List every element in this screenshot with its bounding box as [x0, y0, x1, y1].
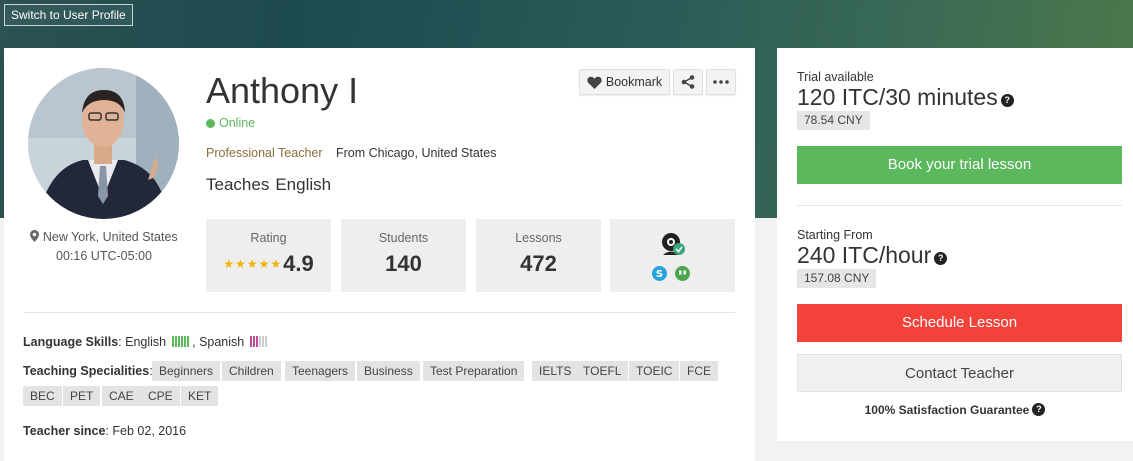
- speciality-tag: Children: [222, 361, 281, 381]
- speciality-tag: FCE: [680, 361, 718, 381]
- online-status: Online: [206, 116, 255, 130]
- students-value: 140: [385, 251, 422, 276]
- rating-label: Rating: [250, 231, 287, 245]
- teacher-since-label: Teacher since: [23, 424, 106, 438]
- online-dot-icon: [206, 119, 215, 128]
- rating-stat: Rating ★ ★ ★ ★ ★ 4.9: [206, 219, 331, 292]
- star-icon: ★: [235, 257, 246, 271]
- teaching-specialities: Teaching Specialities:: [23, 364, 153, 378]
- english-level-bars: [171, 336, 189, 347]
- language-skills-label: Language Skills: [23, 335, 119, 349]
- speciality-tag: BEC: [23, 386, 62, 406]
- level-bar: [177, 336, 180, 347]
- teacher-since-date: Feb 02, 2016: [112, 424, 187, 438]
- location-pin-icon: [30, 230, 40, 242]
- lessons-value: 472: [520, 251, 557, 276]
- hourly-price: 240 ITC/hour?: [797, 242, 948, 269]
- location-text: New York, United States: [42, 230, 178, 244]
- pricing-card: Trial available 120 ITC/30 minutes? 78.5…: [777, 48, 1133, 441]
- teaches-label: Teaches: [206, 175, 270, 194]
- language-spanish: Spanish: [199, 335, 245, 349]
- satisfaction-guarantee: 100% Satisfaction Guarantee?: [777, 403, 1133, 417]
- speciality-tag: PET: [63, 386, 101, 406]
- teacher-avatar: [28, 68, 179, 219]
- trial-price-cny: 78.54 CNY: [797, 111, 870, 130]
- professional-teacher-badge: Professional Teacher: [206, 146, 323, 160]
- more-options-button[interactable]: [706, 69, 736, 95]
- bookmark-button[interactable]: Bookmark: [579, 69, 670, 95]
- trial-price: 120 ITC/30 minutes?: [797, 84, 1014, 111]
- level-bar: [174, 336, 177, 347]
- local-time: 00:16 UTC-05:00: [56, 249, 152, 263]
- speciality-tag: TOEIC: [629, 361, 680, 381]
- specialities-label: Teaching Specialities: [23, 364, 150, 378]
- speciality-tag: Teenagers: [285, 361, 356, 381]
- switch-to-user-profile-button[interactable]: Switch to User Profile: [4, 4, 133, 26]
- book-trial-lesson-button[interactable]: Book your trial lesson: [797, 146, 1122, 184]
- students-label: Students: [378, 231, 429, 245]
- lessons-stat: Lessons 472: [476, 219, 601, 292]
- pricing-divider: [797, 205, 1122, 206]
- speciality-tag: Test Preparation: [423, 361, 525, 381]
- speciality-tag: CPE: [141, 386, 180, 406]
- chat-quote-icon: [675, 266, 690, 281]
- language-skills: Language Skills: English , Spanish: [23, 335, 267, 349]
- star-icon: ★: [270, 257, 282, 271]
- teacher-name: Anthony I: [206, 70, 359, 111]
- level-bar: [171, 336, 174, 347]
- teacher-profile-card: New York, United States 00:16 UTC-05:00 …: [4, 48, 755, 461]
- speciality-tag: TOEFL: [576, 361, 629, 381]
- starting-from-label: Starting From: [797, 228, 873, 242]
- contact-tools-stat: S: [610, 219, 735, 292]
- star-icon: ★: [246, 257, 258, 271]
- skype-icon: S: [652, 266, 667, 281]
- rating-stars: ★ ★ ★ ★ ★: [223, 257, 281, 271]
- speciality-tag: KET: [181, 386, 219, 406]
- level-bar: [252, 336, 255, 347]
- svg-text:S: S: [656, 269, 663, 280]
- level-bar: [249, 336, 252, 347]
- webcam-icon: [662, 233, 685, 255]
- level-bar: [186, 336, 189, 347]
- section-divider: [24, 312, 735, 313]
- language-english: English: [125, 335, 167, 349]
- teaches-language: English: [275, 175, 332, 194]
- spanish-level-bars: [249, 336, 267, 347]
- rating-value-row: ★ ★ ★ ★ ★ 4.9: [206, 251, 331, 277]
- level-bar: [258, 336, 261, 347]
- teacher-location: New York, United States: [4, 230, 204, 244]
- teaches-line: Teaches English: [206, 175, 331, 195]
- help-icon[interactable]: ?: [934, 252, 948, 265]
- rating-value: 4.9: [283, 251, 314, 276]
- schedule-lesson-button[interactable]: Schedule Lesson: [797, 304, 1122, 342]
- teacher-origin: From Chicago, United States: [336, 146, 497, 160]
- level-bar: [255, 336, 258, 347]
- hourly-price-cny: 157.08 CNY: [797, 269, 877, 288]
- level-bar: [261, 336, 264, 347]
- speciality-tag: Business: [357, 361, 420, 381]
- help-icon[interactable]: ?: [1032, 403, 1046, 416]
- speciality-tag: CAE: [102, 386, 141, 406]
- level-bar: [180, 336, 183, 347]
- star-icon: ★: [223, 257, 235, 271]
- more-icon: [713, 80, 729, 84]
- level-bar: [264, 336, 267, 347]
- students-stat: Students 140: [341, 219, 466, 292]
- contact-teacher-button[interactable]: Contact Teacher: [797, 354, 1122, 392]
- star-icon: ★: [258, 257, 270, 271]
- speciality-tag: IELTS: [532, 361, 579, 381]
- share-icon: [681, 75, 695, 89]
- heart-icon: [587, 76, 602, 89]
- lessons-label: Lessons: [515, 231, 562, 245]
- speciality-tag: Beginners: [152, 361, 221, 381]
- teacher-type-line: Professional Teacher From Chicago, Unite…: [206, 146, 497, 160]
- trial-available-label: Trial available: [797, 70, 874, 84]
- help-icon[interactable]: ?: [1000, 94, 1014, 107]
- share-button[interactable]: [673, 69, 703, 95]
- teacher-since: Teacher since: Feb 02, 2016: [23, 424, 187, 438]
- level-bar: [183, 336, 186, 347]
